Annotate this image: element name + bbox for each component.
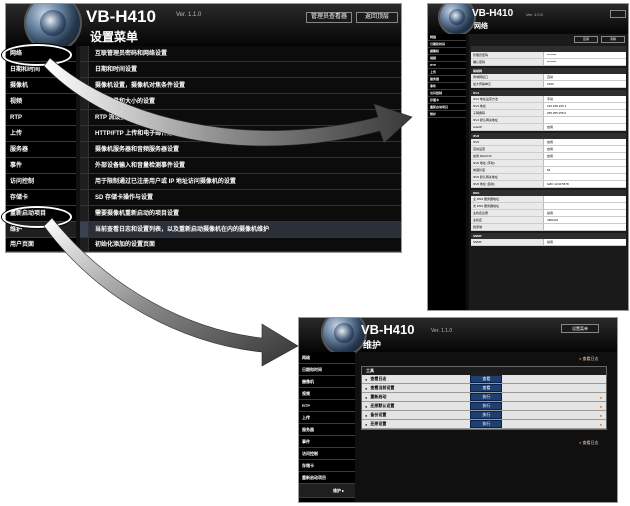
arrow-to-maintenance xyxy=(43,217,299,367)
arrow-to-network xyxy=(43,57,413,147)
arrows-overlay xyxy=(43,57,413,367)
